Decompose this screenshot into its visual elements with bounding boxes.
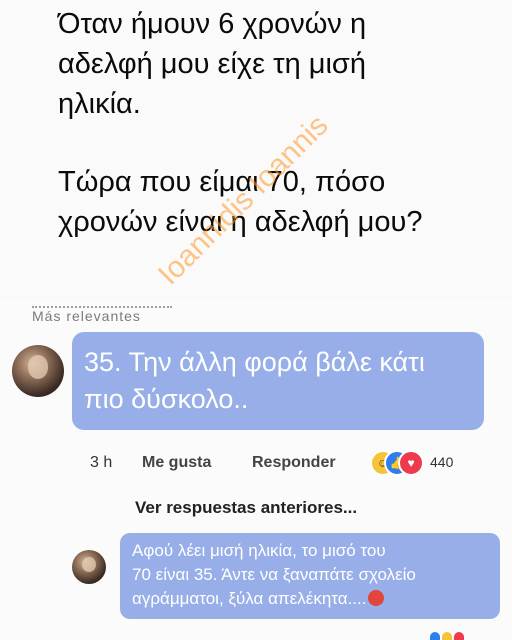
angry-face-icon [368, 590, 385, 606]
haha-icon [442, 632, 452, 640]
post-text: Όταν ήμουν 6 χρονών η αδελφή μου είχε τη… [58, 4, 498, 242]
reactions[interactable]: ☺ 👍 ♥ [370, 450, 426, 476]
post-card: Όταν ήμουν 6 χρονών η αδελφή μου είχε τη… [0, 0, 512, 301]
comment-text: 35. Την άλλη φορά βάλε κάτι πιο δύσκολο.… [84, 347, 425, 414]
reply-bubble: Αφού λέει μισή ηλικία, το μισό του 70 εί… [120, 533, 500, 619]
love-icon: ♥ [398, 450, 424, 476]
reply-text: Αφού λέει μισή ηλικία, το μισό του 70 εί… [132, 539, 492, 611]
reaction-peek [430, 632, 490, 640]
comment-time: 3 h [90, 454, 113, 471]
avatar[interactable] [12, 345, 64, 397]
comments-section: Más relevantes 35. Την άλλη φορά βάλε κά… [0, 300, 512, 640]
comments-sort-header[interactable]: Más relevantes [32, 306, 172, 322]
reply-button[interactable]: Responder [252, 454, 336, 472]
comment-actions: 3 h Me gusta Responder ☺ 👍 ♥ 440 [90, 450, 480, 478]
comment-bubble: 35. Την άλλη φορά βάλε κάτι πιο δύσκολο.… [72, 332, 484, 430]
view-previous-replies[interactable]: Ver respuestas anteriores... [135, 498, 357, 518]
post-paragraph-2: Τώρα που είμαι 70, πόσο χρονών είναι η α… [58, 166, 423, 238]
like-button[interactable]: Me gusta [142, 454, 211, 472]
reply-avatar[interactable] [72, 550, 106, 584]
like-icon [430, 632, 440, 640]
reaction-count[interactable]: 440 [430, 454, 453, 470]
post-paragraph-1: Όταν ήμουν 6 χρονών η αδελφή μου είχε τη… [58, 8, 367, 120]
love-icon [454, 632, 464, 640]
